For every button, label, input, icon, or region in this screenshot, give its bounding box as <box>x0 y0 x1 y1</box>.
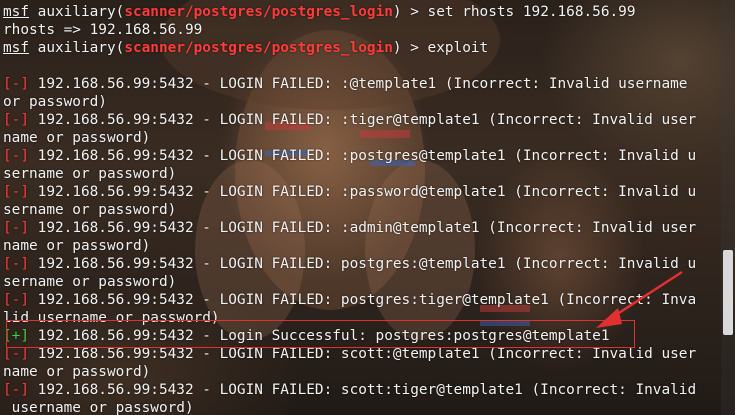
failure-marker: [-] <box>3 112 29 128</box>
terminal-line: msf auxiliary(scanner/postgres/postgres_… <box>3 39 721 57</box>
terminal-line: [-] 192.168.56.99:5432 - LOGIN FAILED: :… <box>3 111 721 129</box>
terminal-line: username or password) <box>3 399 721 415</box>
terminal-line: name or password) <box>3 237 721 255</box>
module-name: scanner/postgres/postgres_login <box>124 4 393 20</box>
failure-marker: [-] <box>3 148 29 164</box>
failure-marker: [-] <box>3 220 29 236</box>
output-text: 192.168.56.99:5432 - LOGIN FAILED: :@tem… <box>29 76 697 92</box>
output-text: name or password) <box>3 130 151 146</box>
failure-marker: [-] <box>3 184 29 200</box>
terminal-line: [-] 192.168.56.99:5432 - LOGIN FAILED: :… <box>3 183 721 201</box>
output-text: name or password) <box>3 238 151 254</box>
scrollbar[interactable] <box>721 0 735 415</box>
output-text: username or password) <box>3 400 194 415</box>
msf-prompt: msf <box>3 4 29 20</box>
arrow-icon <box>596 270 683 328</box>
terminal-line: or password) <box>3 93 721 111</box>
failure-marker: [-] <box>3 292 29 308</box>
terminal-output: msf auxiliary(scanner/postgres/postgres_… <box>3 3 721 415</box>
output-text: 192.168.56.99:5432 - LOGIN FAILED: :post… <box>29 148 697 164</box>
output-text: or password) <box>3 94 107 110</box>
output-text: sername or password) <box>3 274 177 290</box>
output-text: 192.168.56.99:5432 - LOGIN FAILED: scott… <box>29 346 697 362</box>
terminal-window[interactable]: msf auxiliary(scanner/postgres/postgres_… <box>0 0 735 415</box>
failure-marker: [-] <box>3 76 29 92</box>
terminal-line: [-] 192.168.56.99:5432 - LOGIN FAILED: s… <box>3 381 721 399</box>
output-text: 192.168.56.99:5432 - LOGIN FAILED: :pass… <box>29 184 697 200</box>
output-text: 192.168.56.99:5432 - LOGIN FAILED: :admi… <box>29 220 697 236</box>
output-text: 192.168.56.99:5432 - LOGIN FAILED: scott… <box>29 382 697 398</box>
terminal-line: [-] 192.168.56.99:5432 - LOGIN FAILED: :… <box>3 219 721 237</box>
msf-prompt: msf <box>3 40 29 56</box>
failure-marker: [-] <box>3 256 29 272</box>
output-text: ) > exploit <box>392 40 489 56</box>
terminal-line: [-] 192.168.56.99:5432 - LOGIN FAILED: :… <box>3 147 721 165</box>
output-text: auxiliary( <box>29 4 125 20</box>
failure-marker: [-] <box>3 346 29 362</box>
output-text: sername or password) <box>3 166 177 182</box>
terminal-line: sername or password) <box>3 165 721 183</box>
output-text: auxiliary( <box>29 40 125 56</box>
scrollbar-thumb[interactable] <box>723 250 733 335</box>
output-text: name or password) <box>3 364 151 380</box>
output-text: ) > set rhosts 192.168.56.99 <box>392 4 636 20</box>
module-name: scanner/postgres/postgres_login <box>124 40 393 56</box>
output-text: rhosts => 192.168.56.99 <box>3 22 203 38</box>
terminal-line: sername or password) <box>3 201 721 219</box>
output-text: 192.168.56.99:5432 - LOGIN FAILED: :tige… <box>29 112 697 128</box>
failure-marker: [-] <box>3 382 29 398</box>
success-highlight-box <box>6 320 635 348</box>
terminal-line: msf auxiliary(scanner/postgres/postgres_… <box>3 3 721 21</box>
terminal-line: rhosts => 192.168.56.99 <box>3 21 721 39</box>
terminal-line: name or password) <box>3 363 721 381</box>
terminal-line: name or password) <box>3 129 721 147</box>
terminal-line: [-] 192.168.56.99:5432 - LOGIN FAILED: :… <box>3 75 721 93</box>
output-text: sername or password) <box>3 202 177 218</box>
